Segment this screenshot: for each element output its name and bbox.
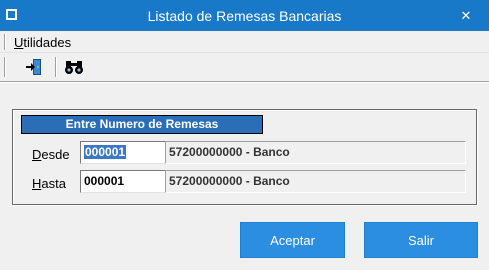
hasta-code-input[interactable]: 000001 bbox=[80, 170, 166, 193]
toolbar-grip bbox=[4, 57, 6, 77]
exit-button[interactable]: Salir bbox=[364, 222, 478, 258]
exit-toolbar-button[interactable] bbox=[22, 56, 46, 78]
menu-bar: Utilidades bbox=[0, 31, 489, 53]
desde-label: Desde bbox=[32, 147, 70, 162]
menu-grip bbox=[4, 34, 6, 50]
close-icon: ✕ bbox=[460, 7, 472, 23]
desde-code-value: 000001 bbox=[84, 145, 127, 159]
binoculars-icon bbox=[65, 61, 83, 74]
accept-button[interactable]: Aceptar bbox=[240, 222, 345, 258]
window-title: Listado de Remesas Bancarias bbox=[147, 8, 342, 24]
desde-description: 57200000000 - Banco bbox=[165, 141, 466, 164]
toolbar-divider bbox=[0, 81, 489, 83]
group-header: Entre Numero de Remesas bbox=[21, 115, 263, 134]
remesa-range-group: Entre Numero de Remesas Desde 000001 572… bbox=[12, 109, 477, 205]
desde-code-input[interactable]: 000001 bbox=[80, 141, 166, 164]
close-button[interactable]: ✕ bbox=[443, 0, 489, 31]
exit-door-icon bbox=[26, 59, 41, 75]
search-toolbar-button[interactable] bbox=[62, 56, 86, 78]
toolbar bbox=[0, 54, 489, 80]
title-bar: Listado de Remesas Bancarias ✕ bbox=[0, 0, 489, 31]
hasta-description: 57200000000 - Banco bbox=[165, 170, 466, 193]
toolbar-separator bbox=[55, 57, 57, 77]
hasta-label: Hasta bbox=[32, 176, 66, 191]
menu-utilidades[interactable]: Utilidades bbox=[14, 35, 71, 50]
